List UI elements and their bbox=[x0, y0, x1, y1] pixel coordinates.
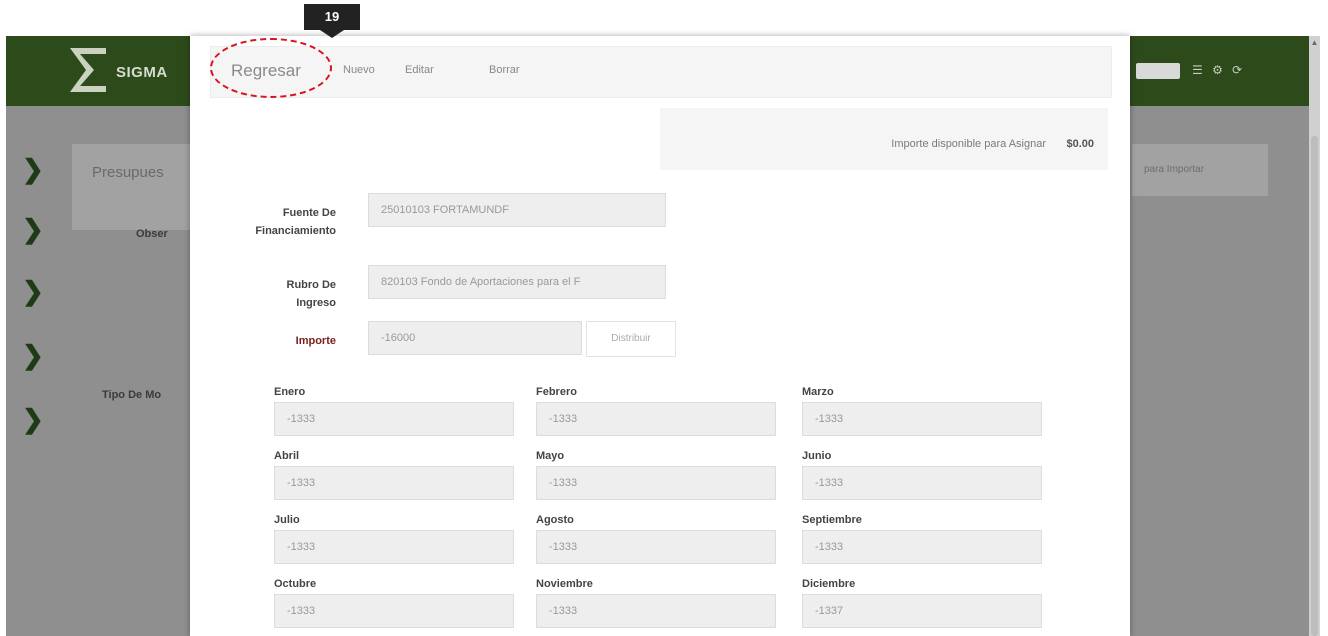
month-input[interactable]: -1333 bbox=[536, 466, 776, 500]
chevron-right-icon[interactable]: ❯ bbox=[22, 156, 44, 182]
distribution-modal: Regresar Nuevo Editar Borrar Importe dis… bbox=[190, 36, 1130, 636]
chevron-right-icon[interactable]: ❯ bbox=[22, 216, 44, 242]
month-input[interactable]: -1333 bbox=[802, 530, 1042, 564]
new-button[interactable]: Nuevo bbox=[343, 64, 375, 76]
month-label: Agosto bbox=[536, 514, 574, 526]
available-amount-value: $0.00 bbox=[1066, 138, 1094, 150]
rubro-label: Rubro De Ingreso bbox=[286, 279, 337, 309]
available-amount-box: Importe disponible para Asignar $0.00 bbox=[660, 108, 1108, 170]
month-label: Noviembre bbox=[536, 578, 593, 590]
delete-button[interactable]: Borrar bbox=[489, 64, 520, 76]
month-input[interactable]: -1333 bbox=[274, 402, 514, 436]
header-icons[interactable]: ☰ ⚙ ⟳ bbox=[1192, 63, 1245, 77]
background-observ-label: Obser bbox=[136, 228, 168, 240]
fuente-label: Fuente De Financiamiento bbox=[255, 207, 336, 237]
month-input[interactable]: -1333 bbox=[802, 402, 1042, 436]
month-label: Abril bbox=[274, 450, 300, 462]
month-input[interactable]: -1337 bbox=[802, 594, 1042, 628]
fuente-field[interactable]: 25010103 FORTAMUNDF bbox=[368, 193, 666, 227]
chevron-right-icon[interactable]: ❯ bbox=[22, 406, 44, 432]
distribute-button[interactable]: Distribuir bbox=[586, 321, 676, 357]
background-panel bbox=[72, 144, 202, 230]
month-input[interactable]: -1333 bbox=[536, 594, 776, 628]
background-panel-title: Presupues bbox=[92, 164, 164, 181]
background-right-text: para Importar bbox=[1144, 164, 1205, 175]
month-label: Julio bbox=[274, 514, 300, 526]
available-amount-label: Importe disponible para Asignar bbox=[891, 138, 1046, 150]
month-label: Junio bbox=[802, 450, 832, 462]
highlight-circle bbox=[210, 38, 332, 98]
step-badge: 19 bbox=[304, 4, 360, 38]
brand-name: SIGMA bbox=[116, 64, 168, 81]
month-label: Febrero bbox=[536, 386, 577, 398]
rubro-field[interactable]: 820103 Fondo de Aportaciones para el F bbox=[368, 265, 666, 299]
modal-toolbar: Regresar Nuevo Editar Borrar bbox=[210, 46, 1112, 98]
month-label: Marzo bbox=[802, 386, 834, 398]
importe-field[interactable]: -16000 bbox=[368, 321, 582, 355]
sigma-logo-icon bbox=[70, 48, 106, 92]
month-label: Septiembre bbox=[802, 514, 862, 526]
chevron-right-icon[interactable]: ❯ bbox=[22, 342, 44, 368]
month-input[interactable]: -1333 bbox=[536, 530, 776, 564]
edit-button[interactable]: Editar bbox=[405, 64, 434, 76]
month-label: Mayo bbox=[536, 450, 565, 462]
chevron-right-icon[interactable]: ❯ bbox=[22, 278, 44, 304]
month-input[interactable]: -1333 bbox=[274, 530, 514, 564]
header-search-input[interactable] bbox=[1136, 63, 1180, 79]
month-label: Octubre bbox=[274, 578, 317, 590]
month-label: Enero bbox=[274, 386, 306, 398]
month-input[interactable]: -1333 bbox=[274, 594, 514, 628]
month-input[interactable]: -1333 bbox=[802, 466, 1042, 500]
background-tipo-label: Tipo De Mo bbox=[102, 389, 162, 401]
importe-label: Importe bbox=[295, 335, 336, 347]
month-label: Diciembre bbox=[802, 578, 856, 590]
scroll-up-icon[interactable]: ▲ bbox=[1309, 38, 1320, 47]
scrollbar-thumb[interactable] bbox=[1311, 136, 1318, 636]
month-input[interactable]: -1333 bbox=[536, 402, 776, 436]
month-input[interactable]: -1333 bbox=[274, 466, 514, 500]
